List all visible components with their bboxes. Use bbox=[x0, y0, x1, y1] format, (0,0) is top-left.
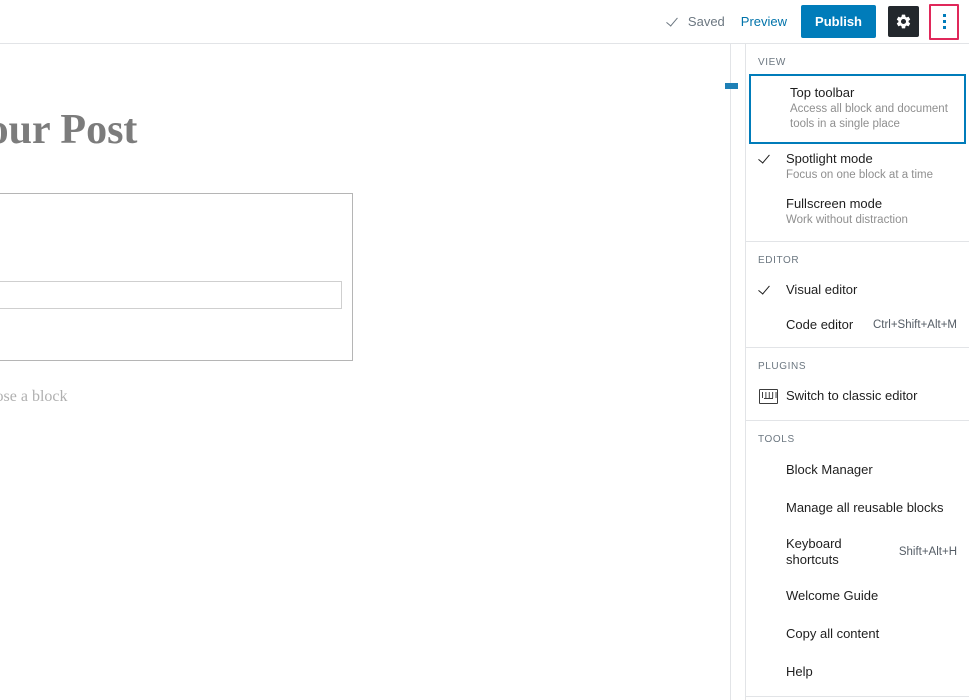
block-panel[interactable] bbox=[0, 193, 353, 361]
menu-item-fullscreen-mode[interactable]: Fullscreen mode Work without distraction bbox=[746, 189, 969, 241]
menu-section-plugins: PLUGINS Switch to classic editor bbox=[746, 348, 969, 421]
menu-item-manage-reusable-blocks[interactable]: Manage all reusable blocks bbox=[746, 489, 969, 527]
menu-item-body: Switch to classic editor bbox=[786, 387, 957, 404]
saved-status: Saved bbox=[668, 14, 725, 29]
menu-item-description: Focus on one block at a time bbox=[786, 169, 934, 181]
menu-item-spotlight-mode[interactable]: Spotlight mode Focus on one block at a t… bbox=[746, 144, 969, 189]
check-slot bbox=[758, 324, 786, 326]
check-slot bbox=[762, 84, 790, 86]
menu-item-block-manager[interactable]: Block Manager bbox=[746, 451, 969, 489]
icon-slot bbox=[758, 388, 786, 404]
editor-canvas: Your Post to choose a block bbox=[0, 44, 745, 700]
menu-item-title: Block Manager bbox=[786, 462, 873, 477]
menu-item-title: Copy all content bbox=[786, 626, 880, 641]
menu-item-title: Code editor bbox=[786, 317, 854, 332]
section-label-view: VIEW bbox=[758, 57, 786, 68]
publish-button[interactable]: Publish bbox=[801, 5, 876, 38]
ellipsis-dot-icon bbox=[942, 20, 946, 23]
menu-item-switch-to-classic-editor[interactable]: Switch to classic editor bbox=[746, 378, 969, 420]
menu-item-shortcut: Shift+Alt+H bbox=[898, 546, 957, 558]
menu-item-title: Switch to classic editor bbox=[786, 388, 918, 403]
menu-item-shortcut: Ctrl+Shift+Alt+M bbox=[872, 318, 957, 331]
more-options-button[interactable] bbox=[929, 3, 959, 40]
gear-icon bbox=[896, 14, 911, 29]
menu-item-title: Spotlight mode bbox=[786, 151, 873, 166]
choose-block-hint: to choose a block bbox=[0, 388, 68, 405]
settings-button[interactable] bbox=[888, 6, 919, 37]
menu-item-body: Visual editor bbox=[786, 281, 957, 298]
more-options-menu: VIEW Top toolbar Access all block and do… bbox=[745, 44, 969, 700]
header-actions: Saved Preview Publish bbox=[668, 0, 959, 43]
check-icon bbox=[668, 15, 682, 29]
menu-item-title: Top toolbar bbox=[790, 85, 855, 100]
section-label-editor: EDITOR bbox=[758, 255, 800, 266]
check-slot bbox=[758, 195, 786, 197]
keyboard-icon bbox=[759, 388, 778, 404]
menu-item-body: Code editor bbox=[786, 316, 865, 333]
menu-item-body: Top toolbar Access all block and documen… bbox=[790, 84, 953, 132]
editor-header-bar: Saved Preview Publish bbox=[0, 0, 969, 44]
menu-item-top-toolbar[interactable]: Top toolbar Access all block and documen… bbox=[749, 74, 966, 144]
menu-section-editor: EDITOR Visual editor Code editor Ctrl+Sh… bbox=[746, 242, 969, 348]
menu-item-copy-all-content[interactable]: Copy all content bbox=[746, 615, 969, 653]
menu-item-body: Spotlight mode Focus on one block at a t… bbox=[786, 150, 957, 183]
sidebar-accent-marker bbox=[725, 83, 738, 89]
menu-item-title: Help bbox=[786, 664, 813, 679]
check-slot bbox=[758, 150, 786, 165]
ellipsis-dot-icon bbox=[942, 14, 946, 17]
menu-item-title: Keyboard shortcuts bbox=[786, 536, 842, 567]
checkmark-icon bbox=[760, 152, 773, 165]
menu-item-description: Access all block and document tools in a… bbox=[790, 103, 948, 130]
menu-item-help[interactable]: Help bbox=[746, 653, 969, 696]
menu-item-visual-editor[interactable]: Visual editor bbox=[746, 272, 969, 307]
wordpress-block-editor: Saved Preview Publish Your Post to choos… bbox=[0, 0, 969, 700]
menu-item-code-editor[interactable]: Code editor Ctrl+Shift+Alt+M bbox=[746, 307, 969, 347]
saved-label: Saved bbox=[687, 14, 725, 29]
menu-section-tools: TOOLS Block Manager Manage all reusable … bbox=[746, 421, 969, 697]
menu-item-keyboard-shortcuts[interactable]: Keyboard shortcuts Shift+Alt+H bbox=[746, 527, 969, 577]
menu-item-title: Welcome Guide bbox=[786, 588, 879, 603]
section-label-plugins: PLUGINS bbox=[758, 361, 807, 372]
menu-item-body: Fullscreen mode Work without distraction bbox=[786, 195, 957, 228]
menu-item-title: Manage all reusable blocks bbox=[786, 500, 944, 515]
menu-section-view: VIEW Top toolbar Access all block and do… bbox=[746, 44, 969, 242]
menu-item-title: Visual editor bbox=[786, 282, 858, 297]
checkmark-icon bbox=[760, 283, 773, 296]
sidebar-divider bbox=[730, 44, 731, 700]
preview-link[interactable]: Preview bbox=[741, 14, 787, 29]
menu-item-description: Work without distraction bbox=[786, 214, 908, 226]
menu-item-title: Fullscreen mode bbox=[786, 196, 883, 211]
section-label-tools: TOOLS bbox=[758, 434, 795, 445]
block-search-input[interactable] bbox=[0, 281, 342, 309]
ellipsis-dot-icon bbox=[942, 26, 946, 29]
post-title[interactable]: Your Post bbox=[0, 106, 137, 154]
check-slot bbox=[758, 281, 786, 296]
menu-item-welcome-guide[interactable]: Welcome Guide bbox=[746, 577, 969, 615]
